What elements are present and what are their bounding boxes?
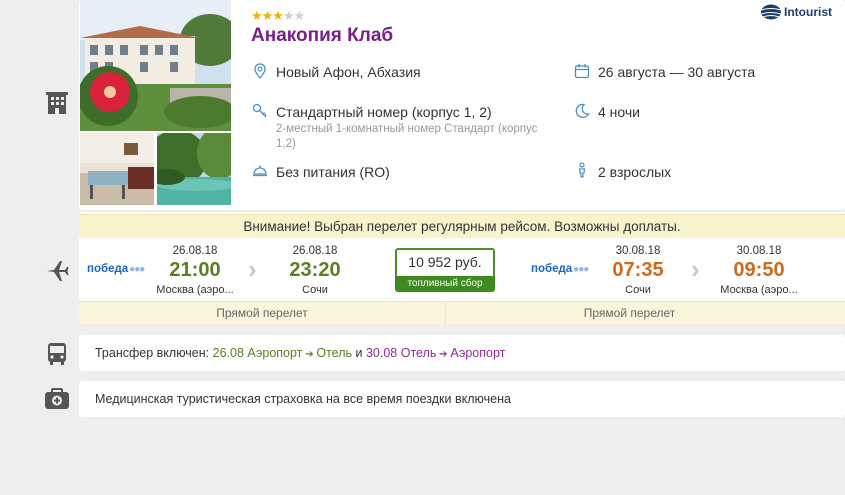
airplane-icon [44, 257, 70, 283]
inbound-arr-city: Москва (аэро... [720, 284, 798, 296]
flight-price: 10 952 руб. [395, 248, 495, 276]
hotel-location: Новый Афон, Абхазия [276, 64, 421, 80]
brand-name: Intourist [784, 5, 832, 19]
hotel-photo-room[interactable] [80, 133, 154, 205]
trip-dates: 26 августа — 30 августа [598, 64, 756, 80]
guests-count: 2 взрослых [598, 164, 672, 180]
arrow-right-icon: ➔ [302, 349, 317, 360]
intourist-logo: Intourist [760, 4, 832, 20]
outbound-arr-city: Сочи [302, 284, 328, 296]
inbound-dep-time: 07:35 [612, 259, 664, 281]
flight-warning: Внимание! Выбран перелет регулярным рейс… [79, 214, 845, 238]
location-pin-icon [252, 63, 268, 79]
outbound-dep-date: 26.08.18 [172, 245, 218, 257]
hotel-photo-nature[interactable] [157, 133, 231, 205]
outbound-arr-time: 23:20 [289, 259, 341, 281]
hotel-rating-stars: ★★★★★ [251, 8, 305, 23]
fuel-surcharge-label: топливный сбор [395, 276, 495, 292]
outbound-chevron-icon: › [248, 254, 257, 284]
outbound-dep-time: 21:00 [169, 259, 221, 281]
key-icon [252, 103, 268, 119]
insurance-card: Медицинская туристическая страховка на в… [79, 381, 845, 417]
meal-cloche-icon [252, 162, 268, 178]
inbound-dep-date: 30.08.18 [615, 245, 661, 257]
outbound-direct-label: Прямой перелет [79, 302, 446, 325]
globe-logo-icon [760, 4, 782, 20]
inbound-chevron-icon: › [691, 254, 700, 284]
room-description: 2-местный 1-комнатный номер Стандарт (ко… [276, 123, 538, 150]
inbound-arr-date: 30.08.18 [736, 245, 782, 257]
outbound-dep-city: Москва (аэро... [156, 284, 234, 296]
nights-count: 4 ночи [598, 104, 640, 120]
inbound-dep-city: Сочи [625, 284, 651, 296]
inbound-direct-label: Прямой перелет [583, 306, 676, 320]
hotel-title[interactable]: Анакопия Клаб [251, 25, 393, 47]
calendar-icon [574, 63, 590, 79]
flight-price-box[interactable]: 10 952 руб. топливный сбор [395, 248, 495, 292]
transfer-card: Трансфер включен: 26.08 Аэропорт ➔ Отель… [79, 335, 845, 371]
arrow-right-icon: ➔ [436, 349, 451, 360]
inbound-arr-time: 09:50 [733, 259, 785, 281]
direct-flight-bar: Прямой перелет Прямой перелет [79, 301, 845, 325]
person-icon [574, 162, 590, 178]
airline-logo-outbound: победа ●●● [87, 263, 145, 275]
bus-icon [44, 341, 70, 367]
outbound-arr-date: 26.08.18 [292, 245, 338, 257]
transfer-text: Трансфер включен: 26.08 Аэропорт ➔ Отель… [95, 346, 506, 360]
hotel-building-icon [44, 90, 70, 116]
moon-icon [574, 103, 590, 119]
insurance-text: Медицинская туристическая страховка на в… [95, 392, 511, 406]
room-type: Стандартный номер (корпус 1, 2) [276, 104, 492, 120]
medical-kit-icon [44, 386, 70, 412]
airline-logo-inbound: победа ●●● [531, 263, 589, 275]
meal-plan: Без питания (RO) [276, 164, 390, 180]
hotel-photo-main[interactable] [80, 0, 231, 131]
